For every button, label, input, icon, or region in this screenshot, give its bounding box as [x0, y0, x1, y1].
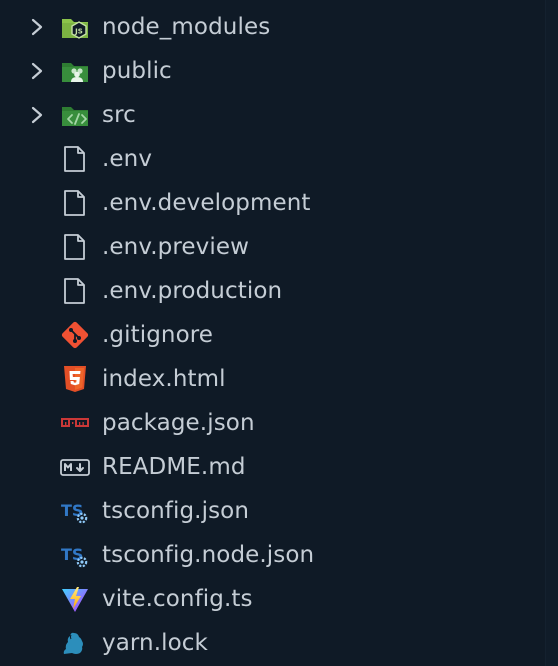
chevron-right-icon[interactable]: [26, 59, 48, 83]
tsconfig-icon: TS: [61, 545, 88, 568]
scrollbar[interactable]: [545, 0, 558, 666]
svg-text:TS: TS: [61, 545, 83, 564]
tree-item-yarn-lock[interactable]: yarn.lock: [0, 621, 546, 665]
chevron-right-icon[interactable]: [26, 103, 48, 127]
file-explorer: JS node_modules public src .env .env.dev…: [0, 5, 546, 665]
tree-item-label: tsconfig.node.json: [102, 542, 315, 568]
tree-item-label: public: [102, 58, 172, 84]
tree-item-env-development[interactable]: .env.development: [0, 181, 546, 225]
tree-item-label: .gitignore: [102, 322, 214, 348]
tree-item-label: .env.development: [102, 190, 311, 216]
tree-item-index-html[interactable]: index.html: [0, 357, 546, 401]
html5-icon: [64, 366, 86, 392]
npm-icon: [61, 418, 89, 427]
svg-text:TS: TS: [61, 501, 83, 520]
svg-text:JS: JS: [74, 28, 83, 36]
tree-item-label: .env.preview: [102, 234, 250, 260]
tree-item-label: vite.config.ts: [102, 586, 253, 612]
git-icon: [61, 321, 89, 349]
tree-item-label: .env.production: [102, 278, 283, 304]
file-icon: [64, 146, 85, 172]
tree-item-label: package.json: [102, 410, 255, 436]
tree-item-src[interactable]: src: [0, 93, 546, 137]
tree-item-label: yarn.lock: [102, 630, 208, 656]
tree-item-env[interactable]: .env: [0, 137, 546, 181]
tree-item-package-json[interactable]: package.json: [0, 401, 546, 445]
folder-public-icon: [62, 63, 88, 82]
tree-item-tsconfig-node-json[interactable]: TS tsconfig.node.json: [0, 533, 546, 577]
tree-item-readme[interactable]: README.md: [0, 445, 546, 489]
yarn-icon: [63, 632, 83, 654]
tree-item-tsconfig-json[interactable]: TS tsconfig.json: [0, 489, 546, 533]
vite-icon: [62, 587, 88, 612]
file-icon: [64, 234, 85, 260]
tree-item-node-modules[interactable]: JS node_modules: [0, 5, 546, 49]
file-icon: [64, 190, 85, 216]
tsconfig-icon: TS: [61, 501, 88, 524]
tree-item-env-preview[interactable]: .env.preview: [0, 225, 546, 269]
folder-node-icon: JS: [62, 19, 88, 39]
tree-item-vite-config[interactable]: vite.config.ts: [0, 577, 546, 621]
folder-src-icon: [62, 107, 88, 126]
chevron-right-icon[interactable]: [26, 15, 48, 39]
tree-item-label: tsconfig.json: [102, 498, 250, 524]
tree-item-label: src: [102, 102, 136, 128]
tree-item-label: node_modules: [102, 14, 271, 40]
tree-item-label: README.md: [102, 454, 246, 480]
tree-item-label: index.html: [102, 366, 226, 392]
tree-item-env-production[interactable]: .env.production: [0, 269, 546, 313]
file-icon: [64, 278, 85, 304]
tree-item-label: .env: [102, 146, 153, 172]
markdown-icon: [60, 459, 90, 476]
tree-item-public[interactable]: public: [0, 49, 546, 93]
tree-item-gitignore[interactable]: .gitignore: [0, 313, 546, 357]
